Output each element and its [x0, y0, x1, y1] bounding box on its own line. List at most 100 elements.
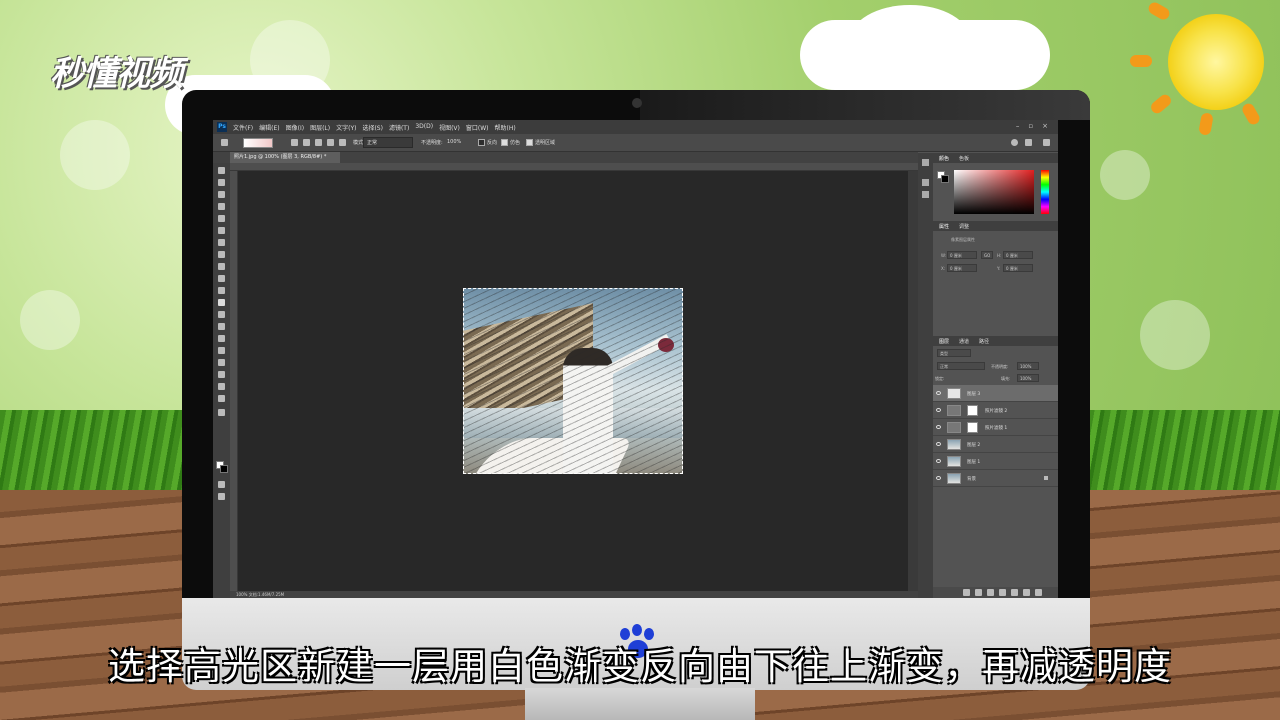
layer-thumbnail[interactable] [947, 473, 961, 484]
quick-mask-icon[interactable] [218, 481, 225, 488]
quick-select-tool-icon[interactable] [218, 203, 225, 210]
diamond-gradient-icon[interactable] [339, 139, 346, 146]
width-field[interactable]: 0 厘米 [947, 251, 977, 259]
layer-opacity-field[interactable]: 100% [1017, 362, 1039, 370]
minimize-icon[interactable]: – [1016, 122, 1020, 130]
workspace-icon[interactable] [1025, 139, 1032, 146]
adjustment-layer-icon[interactable] [999, 589, 1006, 596]
delete-layer-icon[interactable] [1035, 589, 1042, 596]
menu-filter[interactable]: 滤镜(T) [389, 123, 409, 132]
radial-gradient-icon[interactable] [303, 139, 310, 146]
new-layer-icon[interactable] [1023, 589, 1030, 596]
history-brush-tool-icon[interactable] [218, 275, 225, 282]
path-select-tool-icon[interactable] [218, 359, 225, 366]
tab-layers[interactable]: 图层 [939, 338, 949, 345]
hue-slider[interactable] [1041, 170, 1049, 214]
transparency-checkbox[interactable] [526, 139, 533, 146]
tab-adjustments[interactable]: 调整 [959, 223, 969, 230]
visibility-eye-icon[interactable] [936, 442, 941, 446]
layer-name[interactable]: 图层 3 [967, 391, 980, 397]
layer-kind-filter[interactable]: 类型 [937, 349, 971, 357]
shape-tool-icon[interactable] [218, 371, 225, 378]
type-tool-icon[interactable] [218, 347, 225, 354]
picker-background-swatch[interactable] [941, 175, 949, 183]
layer-name[interactable]: 图层 2 [967, 442, 980, 448]
layer-mask-thumbnail[interactable] [967, 422, 978, 433]
layer-row[interactable]: 背景 [933, 470, 1058, 487]
layer-row[interactable]: 图层 1 [933, 453, 1058, 470]
character-panel-icon[interactable] [922, 179, 929, 186]
layer-thumbnail[interactable] [947, 422, 961, 433]
dodge-tool-icon[interactable] [218, 323, 225, 330]
layer-thumbnail[interactable] [947, 405, 961, 416]
link-button[interactable]: GO [981, 251, 993, 259]
paragraph-panel-icon[interactable] [922, 191, 929, 198]
blend-mode-select[interactable]: 正常 [937, 362, 985, 370]
zoom-tool-icon[interactable] [218, 395, 225, 402]
screen-mode-icon[interactable] [218, 493, 225, 500]
layer-mask-thumbnail[interactable] [967, 405, 978, 416]
layer-row[interactable]: 图层 3 [933, 385, 1058, 402]
vertical-scrollbar[interactable] [908, 171, 918, 592]
clone-stamp-tool-icon[interactable] [218, 263, 225, 270]
tab-swatches[interactable]: 色板 [959, 155, 969, 162]
menu-window[interactable]: 窗口(W) [466, 123, 489, 132]
fill-field[interactable]: 100% [1017, 374, 1039, 382]
healing-brush-tool-icon[interactable] [218, 239, 225, 246]
visibility-eye-icon[interactable] [936, 408, 941, 412]
opacity-value[interactable]: 100% [447, 139, 461, 145]
more-tools-icon[interactable] [218, 409, 225, 416]
eyedropper-tool-icon[interactable] [218, 227, 225, 234]
gradient-tool-preset-icon[interactable] [221, 139, 228, 146]
layer-row[interactable]: 照片滤镜 2 [933, 402, 1058, 419]
layer-row[interactable]: 照片滤镜 1 [933, 419, 1058, 436]
share-icon[interactable] [1043, 139, 1050, 146]
gradient-preview[interactable] [243, 138, 273, 148]
menu-view[interactable]: 视图(V) [439, 123, 460, 132]
reverse-checkbox[interactable] [478, 139, 485, 146]
menu-select[interactable]: 选择(S) [362, 123, 383, 132]
x-field[interactable]: 0 厘米 [947, 264, 977, 272]
blur-tool-icon[interactable] [218, 311, 225, 318]
pen-tool-icon[interactable] [218, 335, 225, 342]
layer-style-icon[interactable] [975, 589, 982, 596]
menu-image[interactable]: 图像(I) [286, 123, 304, 132]
menu-file[interactable]: 文件(F) [233, 123, 253, 132]
background-color-swatch[interactable] [220, 465, 228, 473]
layer-name[interactable]: 图层 1 [967, 459, 980, 465]
menu-layer[interactable]: 图层(L) [310, 123, 330, 132]
y-field[interactable]: 0 厘米 [1003, 264, 1033, 272]
mode-select[interactable]: 正常 [363, 137, 413, 148]
brush-tool-icon[interactable] [218, 251, 225, 258]
eraser-tool-icon[interactable] [218, 287, 225, 294]
wedding-photo[interactable] [463, 288, 683, 474]
tab-paths[interactable]: 路径 [979, 338, 989, 345]
gradient-tool-icon[interactable] [218, 299, 225, 306]
layer-thumbnail[interactable] [947, 456, 961, 467]
reflected-gradient-icon[interactable] [327, 139, 334, 146]
layer-thumbnail[interactable] [947, 388, 961, 399]
close-icon[interactable]: × [1042, 122, 1048, 130]
restore-icon[interactable]: ▫ [1028, 122, 1033, 130]
menu-type[interactable]: 文字(Y) [336, 123, 356, 132]
height-field[interactable]: 0 厘米 [1003, 251, 1033, 259]
lasso-tool-icon[interactable] [218, 191, 225, 198]
marquee-tool-icon[interactable] [218, 179, 225, 186]
history-panel-icon[interactable] [922, 159, 929, 166]
document-tab[interactable]: 照片1.jpg @ 100% (图层 3, RGB/8#) * [230, 152, 340, 163]
hand-tool-icon[interactable] [218, 383, 225, 390]
angle-gradient-icon[interactable] [315, 139, 322, 146]
visibility-eye-icon[interactable] [936, 391, 941, 395]
layer-name[interactable]: 照片滤镜 2 [985, 408, 1007, 414]
color-field[interactable] [954, 170, 1034, 214]
link-layers-icon[interactable] [963, 589, 970, 596]
visibility-eye-icon[interactable] [936, 459, 941, 463]
tab-channels[interactable]: 通道 [959, 338, 969, 345]
crop-tool-icon[interactable] [218, 215, 225, 222]
add-mask-icon[interactable] [987, 589, 994, 596]
layer-thumbnail[interactable] [947, 439, 961, 450]
tab-color[interactable]: 颜色 [939, 155, 949, 162]
menu-3d[interactable]: 3D(D) [415, 123, 433, 132]
move-tool-icon[interactable] [218, 167, 225, 174]
menu-edit[interactable]: 编辑(E) [259, 123, 279, 132]
